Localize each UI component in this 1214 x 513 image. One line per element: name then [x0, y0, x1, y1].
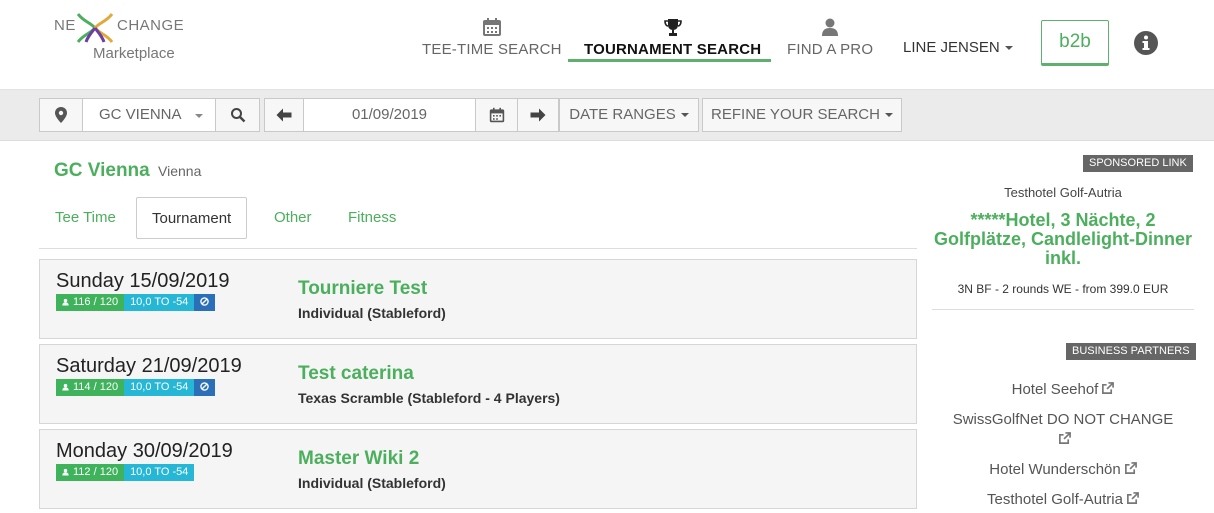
tournament-badges: 112 / 120 10,0 TO -54 [56, 464, 195, 481]
logo-text-right: CHANGE [117, 17, 185, 34]
tournament-card[interactable]: Saturday 21/09/2019 114 / 120 10,0 TO -5… [39, 344, 917, 424]
logo-subtitle: Marketplace [93, 45, 175, 62]
sponsor-name: Testhotel Golf-Autria [1004, 185, 1122, 200]
date-input[interactable]: 01/09/2019 [303, 98, 476, 132]
nav-tournament-search[interactable]: TOURNAMENT SEARCH [584, 14, 761, 62]
club-tabs: Tee Time Tournament Other Fitness [39, 197, 917, 249]
partner-link[interactable]: Hotel Wunderschön [932, 460, 1194, 480]
nav-label: FIND A PRO [787, 41, 874, 58]
tournament-date: Monday 30/09/2019 [56, 440, 233, 462]
info-circle-icon[interactable] [1134, 31, 1158, 55]
search-toolbar: GC VIENNA 01/09/2019 DATE RANGES REFINE … [0, 90, 1214, 141]
tournament-format: Texas Scramble (Stableford - 4 Players) [298, 390, 560, 406]
spots-badge: 112 / 120 [56, 464, 125, 481]
spots-badge: 114 / 120 [56, 379, 125, 396]
handicap-badge: 10,0 TO -54 [124, 294, 195, 311]
map-marker-icon [55, 107, 67, 123]
top-header: NE CHANGE Marketplace TEE-TIME SEARCH TO… [0, 0, 1214, 90]
tab-tournament[interactable]: Tournament [136, 197, 248, 239]
caret-down-icon [884, 113, 893, 118]
club-name: GC Vienna [54, 160, 150, 181]
business-partners-label: BUSINESS PARTNERS [1066, 343, 1196, 360]
search-icon [230, 108, 245, 123]
search-button[interactable] [215, 98, 260, 132]
user-icon [62, 298, 69, 306]
partner-name: Hotel Seehof [1011, 381, 1099, 398]
spots-badge: 116 / 120 [56, 294, 125, 311]
arrow-left-icon [276, 108, 292, 122]
caret-down-icon [1004, 46, 1013, 51]
partner-link[interactable]: Testhotel Golf-Autria [932, 490, 1194, 510]
tournament-name[interactable]: Master Wiki 2 [298, 448, 419, 470]
sponsor-description: 3N BF - 2 rounds WE - from 399.0 EUR [957, 282, 1169, 296]
handicap-badge: 10,0 TO -54 [124, 379, 195, 396]
sponsored-link-label: SPONSORED LINK [1083, 155, 1193, 172]
nav-tee-time-search[interactable]: TEE-TIME SEARCH [422, 14, 562, 62]
club-select[interactable]: GC VIENNA [82, 98, 216, 132]
sponsor-headline-link[interactable]: *****Hotel, 3 Nächte, 2 Golfplätze, Cand… [932, 211, 1194, 268]
sidebar-divider [932, 309, 1194, 310]
user-icon [62, 468, 69, 476]
tournament-badges: 114 / 120 10,0 TO -54 [56, 379, 216, 396]
refine-search-dropdown[interactable]: REFINE YOUR SEARCH [702, 98, 902, 132]
tournament-format: Individual (Stableford) [298, 475, 446, 491]
ban-icon [200, 382, 210, 391]
caret-down-icon [680, 113, 689, 118]
tournament-name[interactable]: Test caterina [298, 363, 414, 385]
handicap-badge: 10,0 TO -54 [124, 464, 195, 481]
tournament-name[interactable]: Tourniere Test [298, 278, 427, 300]
chevron-down-icon [195, 114, 203, 118]
partner-name: Hotel Wunderschön [989, 461, 1121, 478]
nav-label: TEE-TIME SEARCH [422, 41, 562, 58]
external-link-icon [1059, 432, 1071, 444]
club-heading: GC Vienna Vienna [54, 160, 201, 182]
partner-link[interactable]: Hotel Seehof [932, 380, 1194, 400]
b2b-button[interactable]: b2b [1041, 20, 1109, 66]
external-link-icon [1124, 462, 1137, 474]
logo-text-left: NE [54, 17, 76, 34]
club-city: Vienna [158, 163, 202, 179]
user-menu-dropdown[interactable]: LINE JENSEN [903, 39, 1013, 56]
external-link-icon [1102, 382, 1115, 394]
ban-badge [194, 379, 216, 396]
club-select-value: GC VIENNA [99, 106, 182, 123]
user-name: LINE JENSEN [903, 39, 1000, 56]
tournament-date: Saturday 21/09/2019 [56, 355, 242, 377]
nav-label: TOURNAMENT SEARCH [584, 41, 762, 58]
tournament-card[interactable]: Monday 30/09/2019 112 / 120 10,0 TO -54 … [39, 429, 917, 509]
location-button[interactable] [39, 98, 83, 132]
tab-other[interactable]: Other [274, 197, 312, 239]
spots-count: 112 / 120 [73, 466, 119, 478]
partner-name: SwissGolfNet DO NOT CHANGE [952, 411, 1174, 428]
nexchange-logo[interactable]: NE CHANGE Marketplace [54, 12, 194, 64]
date-ranges-label: DATE RANGES [569, 106, 676, 123]
previous-date-button[interactable] [264, 98, 304, 132]
date-ranges-dropdown[interactable]: DATE RANGES [559, 98, 699, 132]
active-nav-underline [568, 59, 771, 62]
partner-link[interactable]: SwissGolfNet DO NOT CHANGE [932, 410, 1194, 450]
calendar-button[interactable] [475, 98, 518, 132]
next-date-button[interactable] [517, 98, 559, 132]
refine-search-label: REFINE YOUR SEARCH [711, 106, 880, 123]
tab-tee-time[interactable]: Tee Time [55, 197, 116, 239]
external-link-icon [1126, 492, 1139, 504]
ban-icon [200, 297, 210, 306]
calendar-icon [482, 18, 501, 36]
user-icon [62, 383, 69, 391]
spots-count: 114 / 120 [73, 381, 119, 393]
tournament-format: Individual (Stableford) [298, 305, 446, 321]
tournament-card[interactable]: Sunday 15/09/2019 116 / 120 10,0 TO -54 … [39, 259, 917, 339]
spots-count: 116 / 120 [73, 296, 119, 308]
user-icon [822, 18, 839, 36]
tournament-badges: 116 / 120 10,0 TO -54 [56, 294, 216, 311]
partner-name: Testhotel Golf-Autria [987, 491, 1123, 508]
arrow-right-icon [530, 108, 546, 122]
ban-badge [194, 294, 216, 311]
logo-mark-icon [76, 13, 114, 43]
trophy-icon [663, 19, 682, 36]
tournament-date: Sunday 15/09/2019 [56, 270, 230, 292]
nav-find-a-pro[interactable]: FIND A PRO [787, 14, 873, 62]
tab-fitness[interactable]: Fitness [348, 197, 396, 239]
calendar-icon [489, 107, 504, 123]
